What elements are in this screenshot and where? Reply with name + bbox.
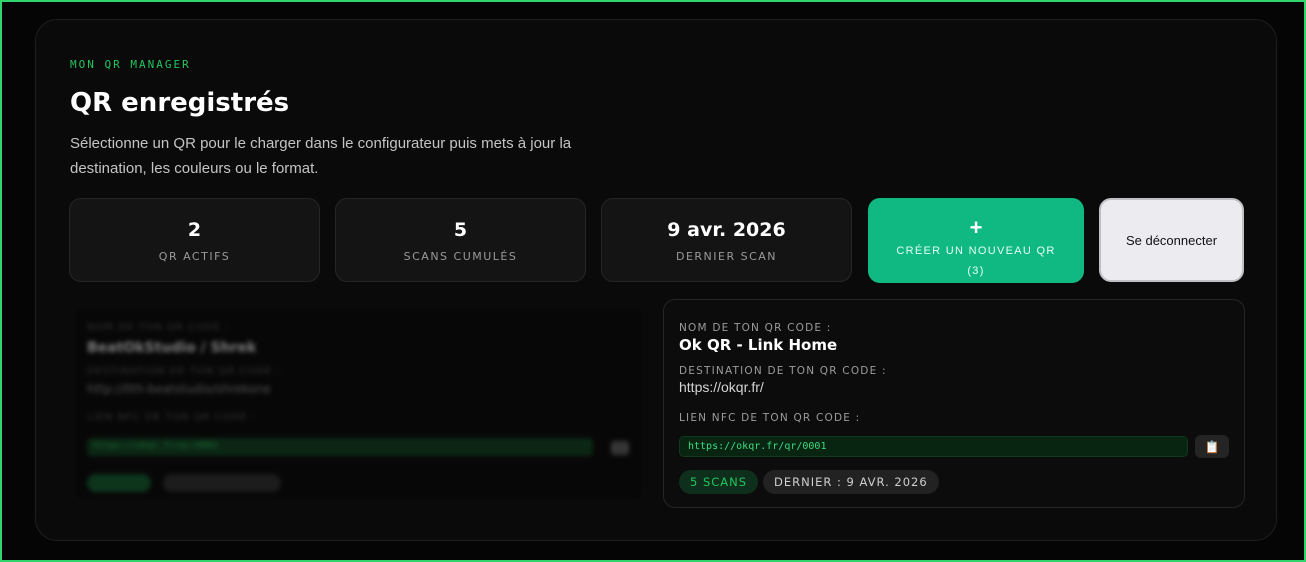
- logout-button[interactable]: Se déconnecter: [1099, 198, 1244, 282]
- create-qr-button[interactable]: + CRÉER UN NOUVEAU QR (3): [868, 198, 1084, 283]
- clipboard-icon: 📋: [1204, 439, 1220, 454]
- blurred-nfc-label: LIEN NFC DE TON QR CODE :: [87, 412, 257, 423]
- blurred-dest-label: DESTINATION DE TON QR CODE :: [87, 366, 281, 377]
- stat-value: 9 avr. 2026: [667, 219, 786, 241]
- copy-link-button[interactable]: 📋: [1195, 435, 1229, 458]
- last-scan-badge: DERNIER : 9 AVR. 2026: [763, 470, 939, 494]
- blurred-nfc-link: https://okqr.fr/qr/0002: [87, 438, 593, 456]
- qr-destination: https://okqr.fr/: [679, 379, 764, 395]
- stat-label: QR ACTIFS: [158, 250, 231, 263]
- qr-card-blurred[interactable]: NOM DE TON QR CODE : BeatOkStudio / Shre…: [72, 305, 645, 502]
- create-qr-count: (3): [967, 264, 985, 277]
- qr-card-selected[interactable]: NOM DE TON QR CODE : Ok QR - Link Home D…: [663, 299, 1245, 508]
- qr-nfc-link[interactable]: https://okqr.fr/qr/0001: [679, 436, 1188, 457]
- stat-active-qr: 2 QR ACTIFS: [69, 198, 320, 282]
- page-subtitle: Sélectionne un QR pour le charger dans l…: [70, 135, 572, 177]
- page-title: QR enregistrés: [70, 88, 290, 118]
- qr-nfc-label: LIEN NFC DE TON QR CODE :: [679, 412, 861, 424]
- create-qr-label: CRÉER UN NOUVEAU QR: [896, 244, 1056, 257]
- copy-icon: [611, 441, 629, 455]
- stat-total-scans: 5 SCANS CUMULÉS: [335, 198, 586, 282]
- blurred-qr-name: BeatOkStudio / Shrek: [87, 340, 257, 356]
- blurred-scans-chip: [87, 474, 151, 492]
- qr-name: Ok QR - Link Home: [679, 336, 838, 354]
- blurred-name-label: NOM DE TON QR CODE :: [87, 322, 230, 333]
- eyebrow: MON QR MANAGER: [70, 58, 191, 71]
- stat-label: SCANS CUMULÉS: [403, 250, 518, 263]
- qr-name-label: NOM DE TON QR CODE :: [679, 322, 832, 334]
- stat-last-scan: 9 avr. 2026 DERNIER SCAN: [601, 198, 852, 282]
- stat-value: 2: [187, 219, 202, 241]
- plus-icon: +: [969, 214, 983, 240]
- blurred-qr-destination: http://0th-beatstudio/shrekone: [87, 382, 271, 396]
- qr-manager-panel: MON QR MANAGER QR enregistrés Sélectionn…: [35, 19, 1277, 541]
- qr-destination-label: DESTINATION DE TON QR CODE :: [679, 365, 887, 377]
- app-frame: MON QR MANAGER QR enregistrés Sélectionn…: [0, 0, 1306, 562]
- stat-value: 5: [453, 219, 468, 241]
- stat-label: DERNIER SCAN: [675, 250, 778, 263]
- blurred-last-chip: [163, 474, 281, 492]
- scans-badge: 5 SCANS: [679, 470, 759, 494]
